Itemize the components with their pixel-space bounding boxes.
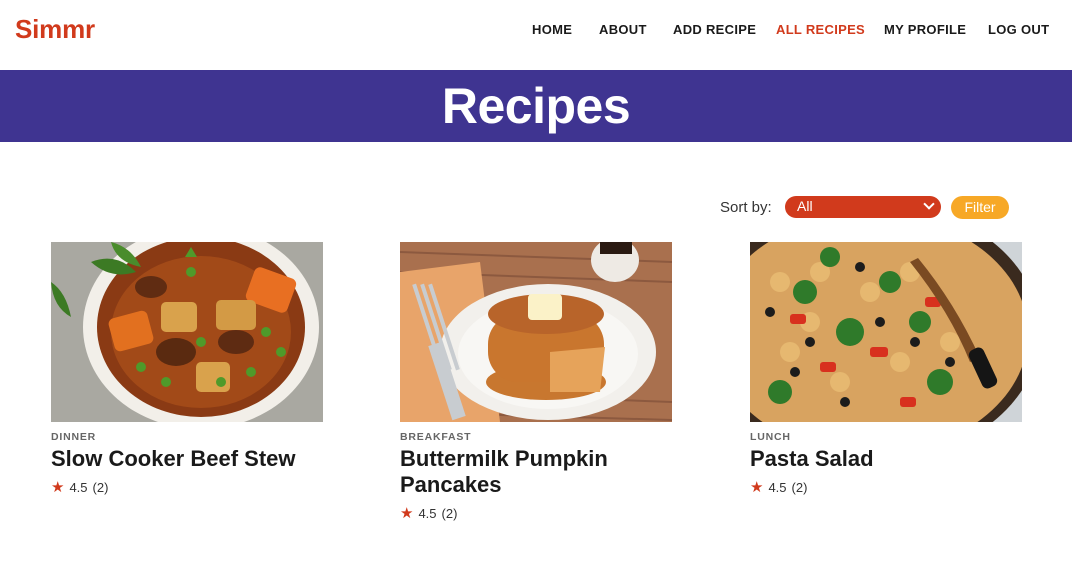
recipe-category: LUNCH <box>750 431 791 443</box>
rating-value: 4.5 <box>418 506 437 521</box>
chevron-down-icon <box>923 198 935 210</box>
recipe-card[interactable]: LUNCH Pasta Salad ★ 4.5 (2) <box>750 242 1023 495</box>
nav-about[interactable]: ABOUT <box>599 22 647 37</box>
recipe-category: DINNER <box>51 431 97 443</box>
nav-all-recipes[interactable]: ALL RECIPES <box>776 22 865 37</box>
rating-value: 4.5 <box>69 480 88 495</box>
nav-log-out[interactable]: LOG OUT <box>988 22 1049 37</box>
recipe-title[interactable]: Pasta Salad <box>750 446 1023 472</box>
filter-button[interactable]: Filter <box>951 196 1009 219</box>
rating-count: (2) <box>92 480 109 495</box>
nav-add-recipe[interactable]: ADD RECIPE <box>673 22 756 37</box>
brand-logo[interactable]: Simmr <box>15 14 95 45</box>
nav-my-profile[interactable]: MY PROFILE <box>884 22 966 37</box>
page-title: Recipes <box>441 78 631 134</box>
star-icon: ★ <box>400 504 414 522</box>
nav-home[interactable]: HOME <box>532 22 572 37</box>
sort-select[interactable]: All <box>785 196 941 218</box>
recipe-title[interactable]: Buttermilk Pumpkin Pancakes <box>400 446 673 498</box>
page-banner: Recipes <box>0 70 1072 142</box>
recipe-title[interactable]: Slow Cooker Beef Stew <box>51 446 324 472</box>
sort-label: Sort by: <box>720 199 772 216</box>
recipe-rating: ★ 4.5 (2) <box>51 478 324 496</box>
recipe-card[interactable]: BREAKFAST Buttermilk Pumpkin Pancakes ★ … <box>400 242 673 521</box>
pumpkin-pancakes-photo[interactable] <box>400 242 672 422</box>
sort-selected-value: All <box>797 198 813 214</box>
navbar: Simmr HOME ABOUT ADD RECIPE ALL RECIPES … <box>0 0 1072 70</box>
recipe-category: BREAKFAST <box>400 431 472 443</box>
rating-count: (2) <box>441 506 458 521</box>
rating-value: 4.5 <box>768 480 787 495</box>
recipe-rating: ★ 4.5 (2) <box>750 478 1023 496</box>
pasta-salad-photo[interactable] <box>750 242 1022 422</box>
recipe-rating: ★ 4.5 (2) <box>400 504 673 522</box>
beef-stew-photo[interactable] <box>51 242 323 422</box>
star-icon: ★ <box>51 478 65 496</box>
recipe-card[interactable]: DINNER Slow Cooker Beef Stew ★ 4.5 (2) <box>51 242 324 495</box>
rating-count: (2) <box>791 480 808 495</box>
star-icon: ★ <box>750 478 764 496</box>
